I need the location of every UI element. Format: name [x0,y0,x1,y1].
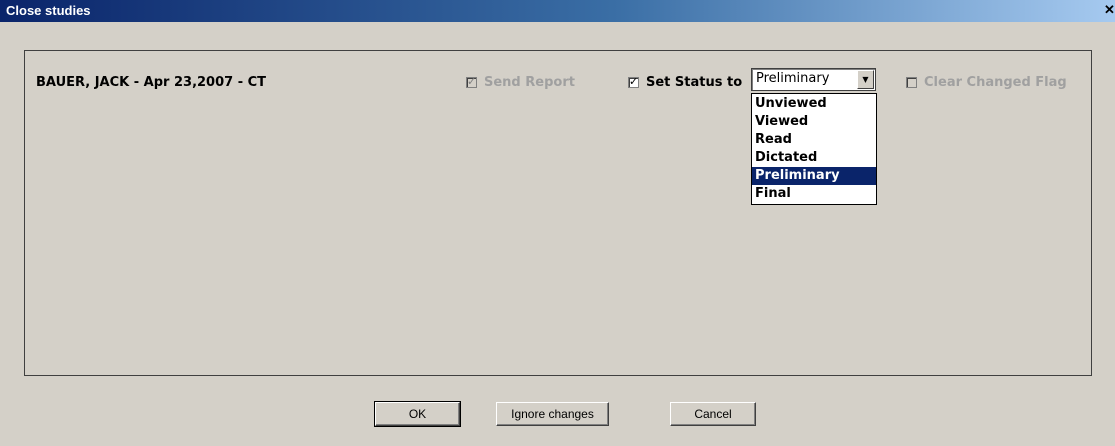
study-label: BAUER, JACK - Apr 23,2007 - CT [36,75,267,90]
ok-button[interactable]: OK [374,401,461,427]
status-option-final[interactable]: Final [752,185,876,203]
cancel-button[interactable]: Cancel [670,402,756,426]
ignore-changes-button[interactable]: Ignore changes [496,402,609,426]
clear-changed-flag-checkbox[interactable]: Clear Changed Flag [906,75,1067,90]
set-status-check-box[interactable]: ✓ [628,75,639,88]
status-select-value: Preliminary [756,71,830,86]
window-title: Close studies [6,3,91,18]
status-option-viewed[interactable]: Viewed [752,113,876,131]
send-report-check-box[interactable]: ✓ [466,75,477,88]
studies-panel [24,50,1092,376]
title-bar[interactable]: Close studies ✕ [0,0,1115,22]
status-option-dictated[interactable]: Dictated [752,149,876,167]
set-status-checkbox[interactable]: ✓ Set Status to [628,75,742,90]
send-report-label: Send Report [484,75,575,90]
close-icon[interactable]: ✕ [1104,1,1115,19]
clear-changed-flag-check-box[interactable] [906,77,917,88]
status-select[interactable]: Preliminary ▼ [751,68,876,91]
chevron-down-icon[interactable]: ▼ [857,70,874,89]
clear-changed-flag-label: Clear Changed Flag [924,75,1067,90]
checkmark-icon: ✓ [467,75,477,88]
status-option-unviewed[interactable]: Unviewed [752,95,876,113]
checkmark-icon: ✓ [629,75,639,88]
set-status-label: Set Status to [646,75,743,90]
send-report-checkbox[interactable]: ✓ Send Report [466,75,575,90]
status-option-read[interactable]: Read [752,131,876,149]
status-option-preliminary[interactable]: Preliminary [752,167,876,185]
status-dropdown-list: Unviewed Viewed Read Dictated Preliminar… [751,93,877,205]
